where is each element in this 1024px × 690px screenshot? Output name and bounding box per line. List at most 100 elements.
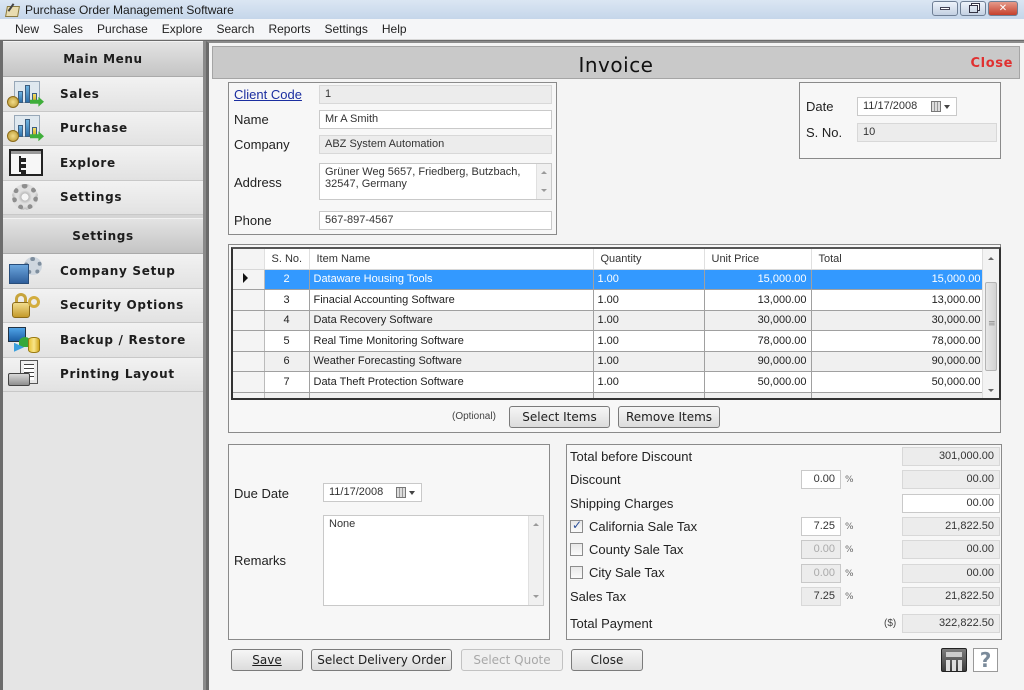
city-tax-amount-field[interactable]: 00.00 xyxy=(902,564,1000,583)
shipping-charges-field[interactable]: 00.00 xyxy=(902,494,1000,513)
county-tax-checkbox[interactable] xyxy=(570,543,583,556)
sales-tax-percent-field[interactable]: 7.25 xyxy=(801,587,841,606)
table-row[interactable]: 5 Real Time Monitoring Software 1.00 78,… xyxy=(233,330,986,352)
save-button[interactable]: Save xyxy=(231,649,303,671)
menu-settings[interactable]: Settings xyxy=(325,22,368,36)
total-before-discount-field[interactable]: 301,000.00 xyxy=(902,447,1000,466)
sidebar-item-sales[interactable]: Sales xyxy=(3,77,203,112)
cell-item-name[interactable]: Weather Forecasting Software xyxy=(309,351,594,372)
cell-total[interactable]: 90,000.00 xyxy=(811,351,986,372)
row-selector[interactable] xyxy=(233,310,265,331)
select-quote-button[interactable]: Select Quote xyxy=(461,649,563,671)
cell-item-name[interactable]: Finacial Accounting Software xyxy=(309,289,594,311)
restore-button[interactable] xyxy=(960,1,986,16)
sidebar-item-explore[interactable]: Explore xyxy=(3,146,203,181)
scroll-up-icon[interactable] xyxy=(988,257,994,260)
sidebar-item-security-options[interactable]: Security Options xyxy=(3,288,203,323)
city-tax-checkbox[interactable] xyxy=(570,566,583,579)
cell-total[interactable]: 13,000.00 xyxy=(811,289,986,311)
close-button[interactable]: Close xyxy=(571,649,643,671)
help-icon[interactable]: ? xyxy=(973,648,998,672)
cell-quantity[interactable]: 1.00 xyxy=(593,351,705,372)
cell-item-name[interactable]: Real Time Monitoring Software xyxy=(309,330,594,352)
menu-sales[interactable]: Sales xyxy=(53,22,83,36)
grid-scrollbar[interactable] xyxy=(982,249,999,398)
total-payment-field[interactable]: 322,822.50 xyxy=(902,614,1000,633)
menu-help[interactable]: Help xyxy=(382,22,407,36)
california-tax-checkbox[interactable] xyxy=(570,518,583,533)
cell-unit-price[interactable]: 15,000.00 xyxy=(704,269,812,290)
sno-field[interactable]: 10 xyxy=(857,123,997,142)
remarks-scrollbar[interactable] xyxy=(528,516,543,605)
cell-unit-price[interactable]: 13,000.00 xyxy=(704,289,812,311)
minimize-button[interactable] xyxy=(932,1,958,16)
sidebar-item-purchase[interactable]: Purchase xyxy=(3,111,203,146)
cell-quantity[interactable]: 1.00 xyxy=(593,310,705,331)
column-header-total[interactable]: Total xyxy=(811,249,986,270)
cell-sno[interactable]: 5 xyxy=(264,330,310,352)
cell-unit-price[interactable]: 90,000.00 xyxy=(704,351,812,372)
sales-tax-amount-field[interactable]: 21,822.50 xyxy=(902,587,1000,606)
phone-field[interactable]: 567-897-4567 xyxy=(319,211,552,230)
table-row[interactable]: 4 Data Recovery Software 1.00 30,000.00 … xyxy=(233,310,986,331)
scroll-down-icon[interactable] xyxy=(988,389,994,392)
cell-sno[interactable]: 2 xyxy=(264,269,310,290)
calculator-icon[interactable] xyxy=(941,648,967,672)
cell-quantity[interactable]: 1.00 xyxy=(593,289,705,311)
menu-search[interactable]: Search xyxy=(216,22,254,36)
cell-total[interactable]: 30,000.00 xyxy=(811,310,986,331)
cell-sno[interactable]: 6 xyxy=(264,351,310,372)
cell-item-name[interactable]: Dataware Housing Tools xyxy=(309,269,594,290)
california-tax-label[interactable]: California Sale Tax xyxy=(589,519,697,534)
address-field[interactable]: Grüner Weg 5657, Friedberg, Butzbach, 32… xyxy=(319,163,552,200)
sidebar-item-company-setup[interactable]: Company Setup xyxy=(3,254,203,289)
california-tax-percent-field[interactable]: 7.25 xyxy=(801,517,841,536)
row-selector[interactable] xyxy=(233,330,265,352)
cell-item-name[interactable]: Data Recovery Software xyxy=(309,310,594,331)
cell-sno[interactable]: 4 xyxy=(264,310,310,331)
menu-new[interactable]: New xyxy=(15,22,39,36)
calendar-dropdown-icon[interactable] xyxy=(396,487,416,499)
calendar-dropdown-icon[interactable] xyxy=(931,101,951,113)
county-tax-amount-field[interactable]: 00.00 xyxy=(902,540,1000,559)
column-header-unit-price[interactable]: Unit Price xyxy=(704,249,812,270)
sidebar-item-printing-layout[interactable]: Printing Layout xyxy=(3,357,203,392)
cell-total[interactable]: 50,000.00 xyxy=(811,371,986,393)
city-tax-label[interactable]: City Sale Tax xyxy=(589,565,665,580)
column-header-item-name[interactable]: Item Name xyxy=(309,249,594,270)
cell-unit-price[interactable]: 50,000.00 xyxy=(704,371,812,393)
table-row[interactable]: 6 Weather Forecasting Software 1.00 90,0… xyxy=(233,351,986,372)
city-tax-percent-field[interactable]: 0.00 xyxy=(801,564,841,583)
sidebar-item-settings[interactable]: Settings xyxy=(3,180,203,215)
select-delivery-order-button[interactable]: Select Delivery Order xyxy=(311,649,452,671)
cell-unit-price[interactable]: 78,000.00 xyxy=(704,330,812,352)
cell-total[interactable]: 78,000.00 xyxy=(811,330,986,352)
remarks-field[interactable]: None xyxy=(323,515,544,606)
row-selector[interactable] xyxy=(233,351,265,372)
cell-item-name[interactable]: Data Theft Protection Software xyxy=(309,371,594,393)
menu-reports[interactable]: Reports xyxy=(268,22,310,36)
window-close-button[interactable]: ✕ xyxy=(988,1,1018,16)
select-items-button[interactable]: Select Items xyxy=(509,406,610,428)
menu-explore[interactable]: Explore xyxy=(162,22,203,36)
discount-amount-field[interactable]: 00.00 xyxy=(902,470,1000,489)
cell-quantity[interactable]: 1.00 xyxy=(593,330,705,352)
county-tax-percent-field[interactable]: 0.00 xyxy=(801,540,841,559)
california-tax-amount-field[interactable]: 21,822.50 xyxy=(902,517,1000,536)
scroll-thumb[interactable] xyxy=(985,282,997,371)
cell-sno[interactable]: 7 xyxy=(264,371,310,393)
cell-total[interactable]: 15,000.00 xyxy=(811,269,986,290)
client-code-field[interactable]: 1 xyxy=(319,85,552,104)
company-field[interactable]: ABZ System Automation xyxy=(319,135,552,154)
cell-quantity[interactable]: 1.00 xyxy=(593,371,705,393)
row-selector[interactable] xyxy=(233,371,265,393)
cell-quantity[interactable]: 1.00 xyxy=(593,269,705,290)
address-scrollbar[interactable] xyxy=(536,164,551,199)
cell-unit-price[interactable]: 30,000.00 xyxy=(704,310,812,331)
table-row[interactable]: 3 Finacial Accounting Software 1.00 13,0… xyxy=(233,289,986,311)
date-picker[interactable]: 11/17/2008 xyxy=(857,97,957,116)
menu-purchase[interactable]: Purchase xyxy=(97,22,148,36)
table-row[interactable]: 7 Data Theft Protection Software 1.00 50… xyxy=(233,371,986,393)
discount-percent-field[interactable]: 0.00 xyxy=(801,470,841,489)
due-date-picker[interactable]: 11/17/2008 xyxy=(323,483,422,502)
